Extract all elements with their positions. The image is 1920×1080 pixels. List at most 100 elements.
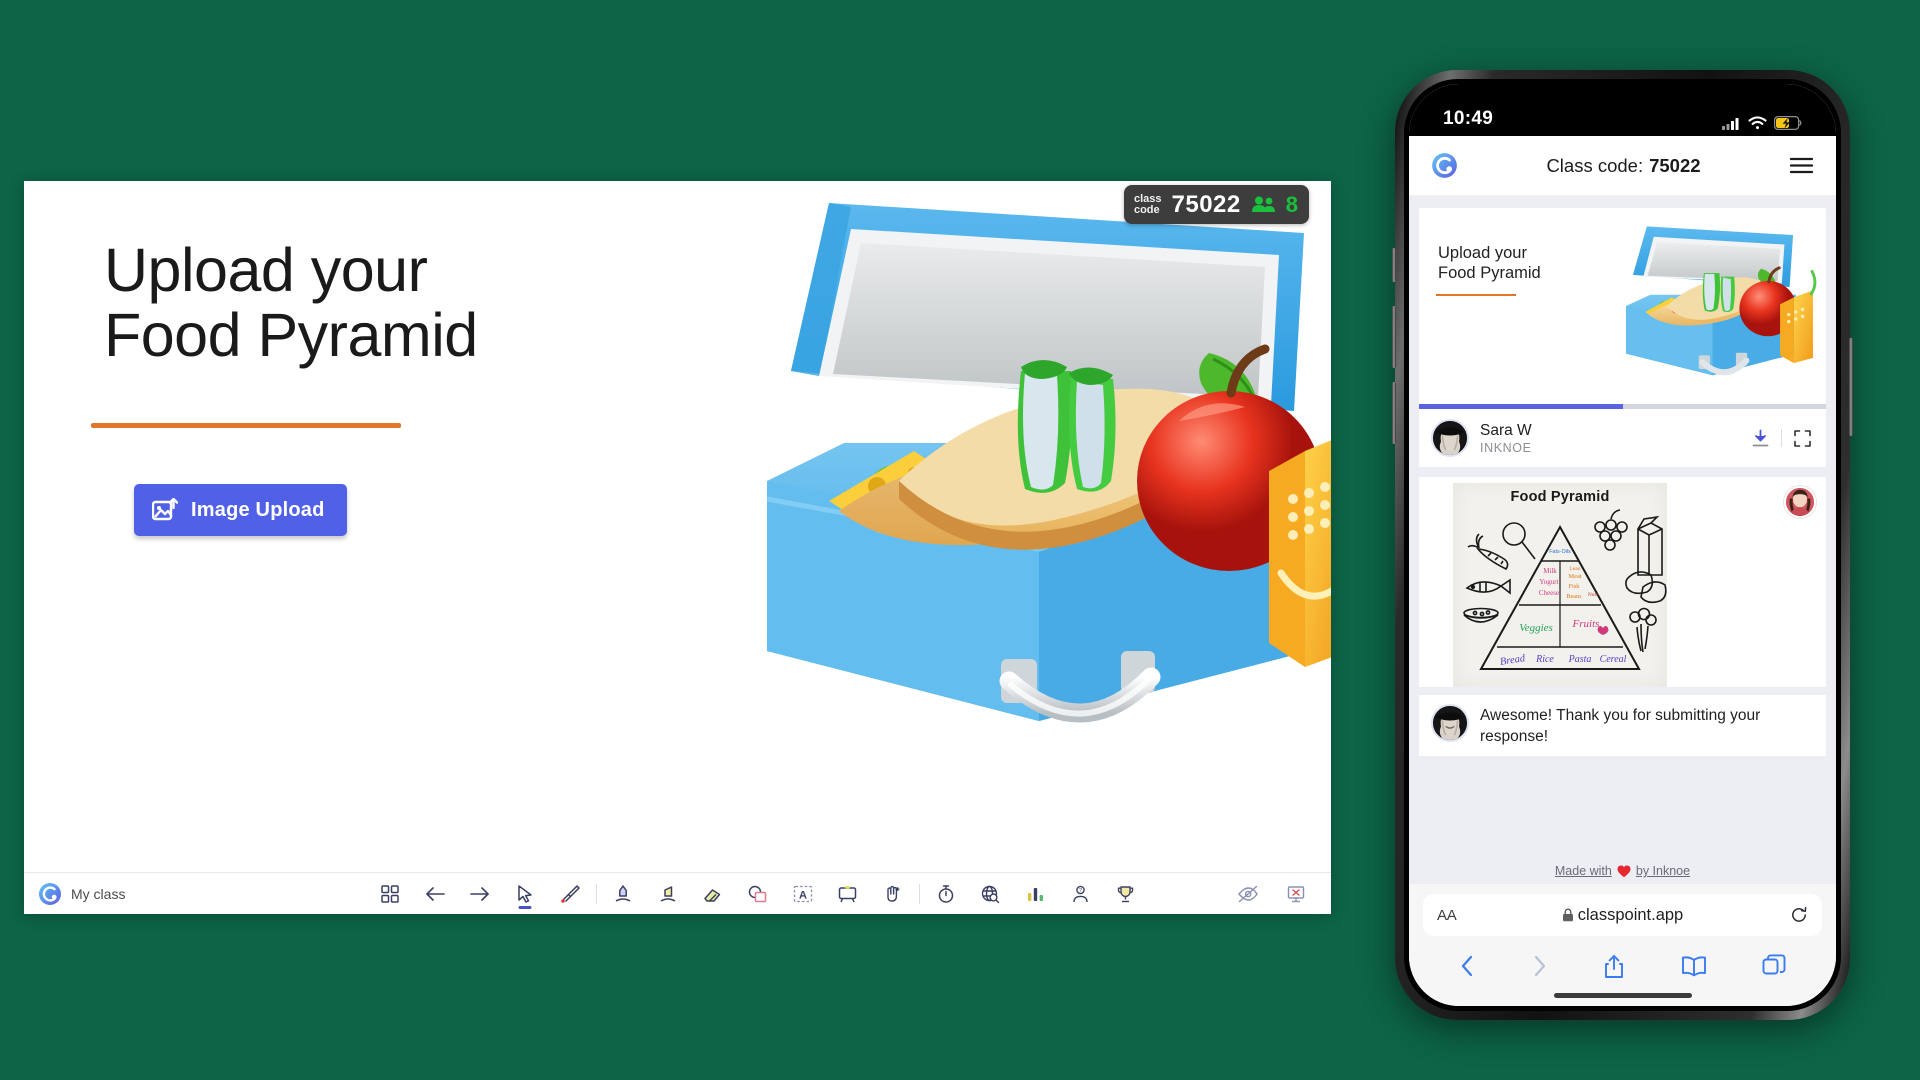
drag-objects-icon[interactable] <box>876 877 910 911</box>
lock-icon <box>1562 908 1574 922</box>
share-icon[interactable] <box>1603 954 1625 980</box>
exit-slideshow-icon[interactable] <box>1279 877 1313 911</box>
phone-volume-up-button[interactable] <box>1392 306 1396 368</box>
response-actions <box>1751 429 1812 448</box>
poll-bar-icon[interactable] <box>1019 877 1053 911</box>
classpoint-app-header: Class code: 75022 <box>1409 136 1836 196</box>
phone-class-code-value: 75022 <box>1649 154 1701 176</box>
whiteboard-icon[interactable] <box>831 877 865 911</box>
svg-text:Yogurt: Yogurt <box>1539 578 1558 586</box>
phone-volume-down-button[interactable] <box>1392 382 1396 444</box>
phone-screen: 10:49 Class code: 75022 Upload your Food… <box>1409 84 1836 1006</box>
browser-icon[interactable] <box>974 877 1008 911</box>
slide-title: Upload your Food Pyramid <box>104 236 478 370</box>
cursor-pointer-icon[interactable] <box>508 877 542 911</box>
classpoint-toolbar: My class A ? <box>24 872 1331 914</box>
response-meta: Sara W INKNOE <box>1480 421 1740 454</box>
svg-text:Bread: Bread <box>1499 653 1526 668</box>
toolbar-divider-2 <box>918 883 920 904</box>
mini-slide-title: Upload your Food Pyramid <box>1438 244 1541 282</box>
phone-mute-switch[interactable] <box>1392 248 1396 282</box>
safari-address-field[interactable]: AA classpoint.app <box>1423 894 1822 936</box>
chevron-left-icon[interactable] <box>1459 954 1476 978</box>
svg-text:Beans: Beans <box>1566 593 1582 600</box>
made-with-suffix: by Inknoe <box>1635 864 1691 878</box>
phone-mockup: 10:49 Class code: 75022 Upload your Food… <box>1392 70 1853 1020</box>
hide-annotation-icon[interactable] <box>1231 877 1265 911</box>
tabs-icon[interactable] <box>1762 954 1786 978</box>
teacher-comment-text: Awesome! Thank you for submitting your r… <box>1480 707 1761 745</box>
mini-lunchbox-illustration <box>1626 226 1817 376</box>
student-avatar <box>1784 486 1816 518</box>
svg-text:Veggies: Veggies <box>1519 622 1553 634</box>
user-avatar <box>1431 419 1469 457</box>
action-divider <box>1781 429 1782 447</box>
svg-text:Milk: Milk <box>1543 567 1557 575</box>
slide-grid-icon[interactable] <box>373 877 407 911</box>
class-code-badge: class code 75022 8 <box>1123 185 1309 224</box>
mini-slide-preview[interactable]: Upload your Food Pyramid <box>1419 208 1826 404</box>
teacher-avatar <box>1431 704 1469 742</box>
people-icon <box>1251 195 1276 214</box>
safari-url-bar: AA classpoint.app <box>1409 884 1836 946</box>
svg-text:A: A <box>799 889 807 901</box>
response-organization: INKNOE <box>1480 440 1532 455</box>
participant-count: 8 <box>1285 191 1298 217</box>
svg-text:Cheese: Cheese <box>1539 589 1559 597</box>
status-time: 10:49 <box>1443 108 1494 129</box>
safari-url-wrap: classpoint.app <box>1423 906 1822 925</box>
download-icon[interactable] <box>1751 429 1770 448</box>
classpoint-logo-icon[interactable] <box>38 882 62 906</box>
text-box-icon[interactable]: A <box>786 877 820 911</box>
phone-frame: 10:49 Class code: 75022 Upload your Food… <box>1392 70 1853 1020</box>
cellular-signal-icon <box>1722 117 1741 130</box>
svg-text:Lean: Lean <box>1569 566 1580 572</box>
laser-pointer-icon[interactable] <box>553 877 587 911</box>
svg-text:Cereal: Cereal <box>1600 654 1627 665</box>
lunchbox-illustration <box>766 203 1331 723</box>
svg-text:Pasta: Pasta <box>1568 654 1592 665</box>
title-accent-rule <box>91 423 401 428</box>
food-pyramid-drawing: Food Pyramid Fats·Oils Milk Yogurt Chees… <box>1453 483 1667 687</box>
expand-fullscreen-icon[interactable] <box>1793 429 1812 448</box>
phone-class-code-label: Class code: <box>1546 154 1644 176</box>
classpoint-logo-icon[interactable] <box>1431 152 1458 179</box>
timer-icon[interactable] <box>929 877 963 911</box>
toolbar-right-tools <box>1231 877 1331 911</box>
phone-class-code: Class code: 75022 <box>1458 155 1789 177</box>
slide-progress-bar <box>1419 404 1826 409</box>
leaderboard-icon[interactable] <box>1109 877 1143 911</box>
made-with-prefix: Made with <box>1554 864 1612 878</box>
safari-url-text: classpoint.app <box>1577 905 1684 924</box>
chevron-right-icon <box>1531 954 1548 978</box>
shapes-icon[interactable] <box>741 877 775 911</box>
arrow-right-icon[interactable] <box>463 877 497 911</box>
class-code-value: 75022 <box>1171 190 1241 218</box>
highlighter-icon[interactable] <box>651 877 685 911</box>
arrow-left-icon[interactable] <box>418 877 452 911</box>
eraser-icon[interactable] <box>696 877 730 911</box>
submission-photo-card[interactable]: Food Pyramid Fats·Oils Milk Yogurt Chees… <box>1419 477 1826 687</box>
image-upload-button[interactable]: Image Upload <box>134 484 347 536</box>
svg-text:Nuts: Nuts <box>1588 592 1598 598</box>
pick-name-icon[interactable]: ? <box>1064 877 1098 911</box>
phone-bezel: 10:49 Class code: 75022 Upload your Food… <box>1404 79 1841 1011</box>
image-upload-label: Image Upload <box>191 498 325 521</box>
phone-power-button[interactable] <box>1849 338 1853 436</box>
response-header-card: Sara W INKNOE <box>1419 409 1826 467</box>
presentation-window: Upload your Food Pyramid Image Upload cl… <box>24 181 1331 914</box>
status-indicators <box>1722 116 1802 130</box>
classpoint-app-body[interactable]: Upload your Food Pyramid Sara W INKNOE F… <box>1409 196 1836 884</box>
teacher-comment-card: Awesome! Thank you for submitting your r… <box>1419 695 1826 756</box>
class-code-label: class code <box>1133 192 1162 216</box>
svg-text:Rice: Rice <box>1535 654 1554 665</box>
slide-canvas: Upload your Food Pyramid Image Upload cl… <box>24 181 1331 872</box>
toolbar-left: My class <box>24 882 284 906</box>
heart-icon <box>1617 865 1631 878</box>
pen-icon[interactable] <box>606 877 640 911</box>
hamburger-menu-icon[interactable] <box>1789 156 1814 175</box>
class-name-label[interactable]: My class <box>71 886 125 902</box>
book-icon[interactable] <box>1681 954 1707 978</box>
home-indicator <box>1553 993 1692 998</box>
wifi-icon <box>1748 116 1767 130</box>
